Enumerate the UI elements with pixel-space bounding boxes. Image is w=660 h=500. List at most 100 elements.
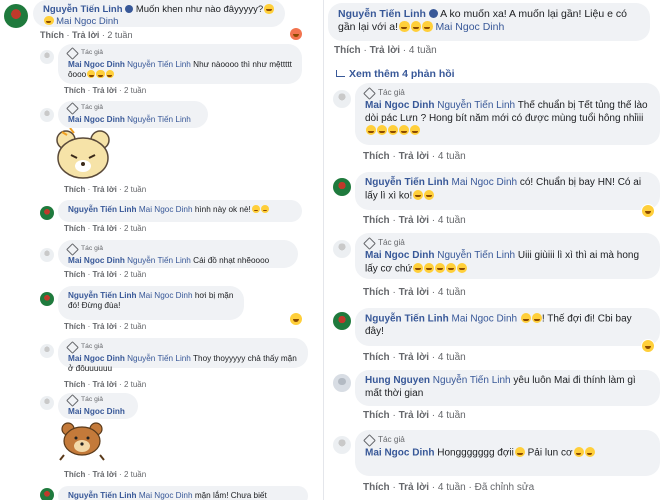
- column-divider: [323, 0, 324, 500]
- edited-label[interactable]: Đã chỉnh sửa: [475, 482, 535, 493]
- reply-link[interactable]: Trả lời: [399, 151, 429, 162]
- reply-time[interactable]: 4 tuần: [438, 352, 466, 363]
- reply-bubble: Tác giả Mai Ngoc Dinh Nguyễn Tiến Linh N…: [58, 44, 302, 84]
- reply-tag[interactable]: Mai Ngoc Dinh: [452, 177, 518, 188]
- reply-author[interactable]: Mai Ngoc Dinh: [68, 354, 125, 363]
- reply-time[interactable]: 4 tuần: [438, 482, 466, 493]
- reply-tag[interactable]: Mai Ngoc Dinh: [139, 291, 193, 300]
- haha-reaction-icon[interactable]: [642, 205, 654, 217]
- like-link[interactable]: Thích: [64, 470, 85, 479]
- brown-bear-sticker[interactable]: [58, 421, 106, 461]
- reply-time[interactable]: 4 tuần: [438, 410, 466, 421]
- like-link[interactable]: Thích: [64, 322, 85, 331]
- reply-time[interactable]: 2 tuần: [124, 322, 146, 331]
- avatar[interactable]: [40, 292, 54, 306]
- reply-time[interactable]: 4 tuần: [438, 151, 466, 162]
- reply-author[interactable]: Mai Ngoc Dinh: [365, 448, 434, 459]
- like-link[interactable]: Thích: [363, 410, 390, 421]
- reply-tag[interactable]: Nguyễn Tiến Linh: [127, 354, 191, 363]
- reply-author[interactable]: Mai Ngoc Dinh: [68, 60, 125, 69]
- comment-author[interactable]: Nguyễn Tiến Linh: [43, 4, 123, 15]
- like-link[interactable]: Thích: [64, 185, 85, 194]
- like-link[interactable]: Thích: [64, 270, 85, 279]
- reply-author[interactable]: Nguyễn Tiến Linh: [365, 314, 449, 325]
- like-link[interactable]: Thích: [363, 287, 390, 298]
- reply-author[interactable]: Mai Ngoc Dinh: [365, 250, 434, 261]
- reply-link[interactable]: Trả lời: [399, 215, 429, 226]
- like-link[interactable]: Thích: [64, 224, 85, 233]
- reply-link[interactable]: Trả lời: [92, 270, 116, 279]
- haha-reaction-icon[interactable]: [290, 313, 302, 325]
- reply-author[interactable]: Nguyễn Tiến Linh: [68, 491, 137, 500]
- reply-tag[interactable]: Nguyễn Tiến Linh: [127, 60, 191, 69]
- haha-reaction-icon[interactable]: [642, 340, 654, 352]
- like-link[interactable]: Thích: [64, 380, 85, 389]
- like-link[interactable]: Thích: [363, 215, 390, 226]
- avatar[interactable]: [333, 240, 351, 258]
- reply-link[interactable]: Trả lời: [72, 30, 99, 40]
- reply-author[interactable]: Mai Ngoc Dinh: [68, 115, 125, 124]
- reply-link[interactable]: Trả lời: [399, 287, 429, 298]
- reply-time[interactable]: 2 tuần: [124, 185, 146, 194]
- reply-tag[interactable]: Mai Ngoc Dinh: [139, 491, 193, 500]
- avatar[interactable]: [4, 4, 28, 28]
- reply-time[interactable]: 2 tuần: [124, 380, 146, 389]
- reply-tag[interactable]: Nguyễn Tiến Linh: [437, 250, 515, 261]
- reply-author[interactable]: Hung Nguyen: [365, 375, 430, 386]
- reply-author[interactable]: Nguyễn Tiến Linh: [365, 177, 449, 188]
- avatar[interactable]: [40, 50, 54, 64]
- reply-author[interactable]: Mai Ngoc Dinh: [68, 407, 125, 416]
- reply-time[interactable]: 2 tuần: [124, 86, 146, 95]
- bear-sticker[interactable]: [54, 128, 112, 182]
- reply-link[interactable]: Trả lời: [92, 322, 116, 331]
- reply-tag[interactable]: Mai Ngoc Dinh: [139, 205, 193, 214]
- see-more-replies[interactable]: Xem thêm 4 phản hồi: [336, 68, 455, 80]
- reply-link[interactable]: Trả lời: [370, 45, 400, 56]
- avatar[interactable]: [333, 312, 351, 330]
- like-link[interactable]: Thích: [363, 151, 390, 162]
- comment-tag[interactable]: Mai Ngoc Dinh: [56, 16, 118, 27]
- reply-link[interactable]: Trả lời: [399, 482, 429, 493]
- comment-time[interactable]: 4 tuần: [409, 45, 437, 56]
- reply-tag[interactable]: Nguyễn Tiến Linh: [127, 256, 191, 265]
- angry-reaction-icon[interactable]: [290, 28, 302, 40]
- avatar[interactable]: [333, 436, 351, 454]
- comment-time[interactable]: 2 tuần: [107, 30, 132, 40]
- reply-tag[interactable]: Mai Ngoc Dinh: [452, 314, 518, 325]
- reply-author[interactable]: Nguyễn Tiến Linh: [68, 205, 137, 214]
- reply-link[interactable]: Trả lời: [92, 86, 116, 95]
- avatar[interactable]: [40, 488, 54, 500]
- reply-tag[interactable]: Nguyễn Tiến Linh: [437, 100, 515, 111]
- reply-time[interactable]: 2 tuần: [124, 224, 146, 233]
- reply-author[interactable]: Nguyễn Tiến Linh: [68, 291, 137, 300]
- avatar[interactable]: [40, 344, 54, 358]
- like-link[interactable]: Thích: [40, 30, 64, 40]
- reply-time[interactable]: 2 tuần: [124, 270, 146, 279]
- comment-tag[interactable]: Mai Ngoc Dinh: [435, 21, 504, 33]
- avatar[interactable]: [40, 108, 54, 122]
- avatar[interactable]: [40, 396, 54, 410]
- avatar[interactable]: [333, 178, 351, 196]
- avatar[interactable]: [333, 374, 351, 392]
- reply-link[interactable]: Trả lời: [399, 410, 429, 421]
- reply-author[interactable]: Mai Ngoc Dinh: [68, 256, 125, 265]
- reply-link[interactable]: Trả lời: [92, 380, 116, 389]
- avatar[interactable]: [40, 206, 54, 220]
- reply-link[interactable]: Trả lời: [92, 224, 116, 233]
- reply-link[interactable]: Trả lời: [92, 470, 116, 479]
- reply-time[interactable]: 4 tuần: [438, 287, 466, 298]
- reply-time[interactable]: 4 tuần: [438, 215, 466, 226]
- reply-link[interactable]: Trả lời: [399, 352, 429, 363]
- reply-tag[interactable]: Nguyễn Tiến Linh: [127, 115, 191, 124]
- like-link[interactable]: Thích: [334, 45, 361, 56]
- reply-time[interactable]: 2 tuần: [124, 470, 146, 479]
- avatar[interactable]: [333, 90, 351, 108]
- reply-tag[interactable]: Nguyễn Tiến Linh: [433, 375, 511, 386]
- reply-link[interactable]: Trả lời: [92, 185, 116, 194]
- avatar[interactable]: [40, 248, 54, 262]
- comment-author[interactable]: Nguyễn Tiến Linh: [338, 8, 426, 20]
- reply-author[interactable]: Mai Ngoc Dinh: [365, 100, 434, 111]
- like-link[interactable]: Thích: [363, 482, 390, 493]
- like-link[interactable]: Thích: [64, 86, 85, 95]
- like-link[interactable]: Thích: [363, 352, 390, 363]
